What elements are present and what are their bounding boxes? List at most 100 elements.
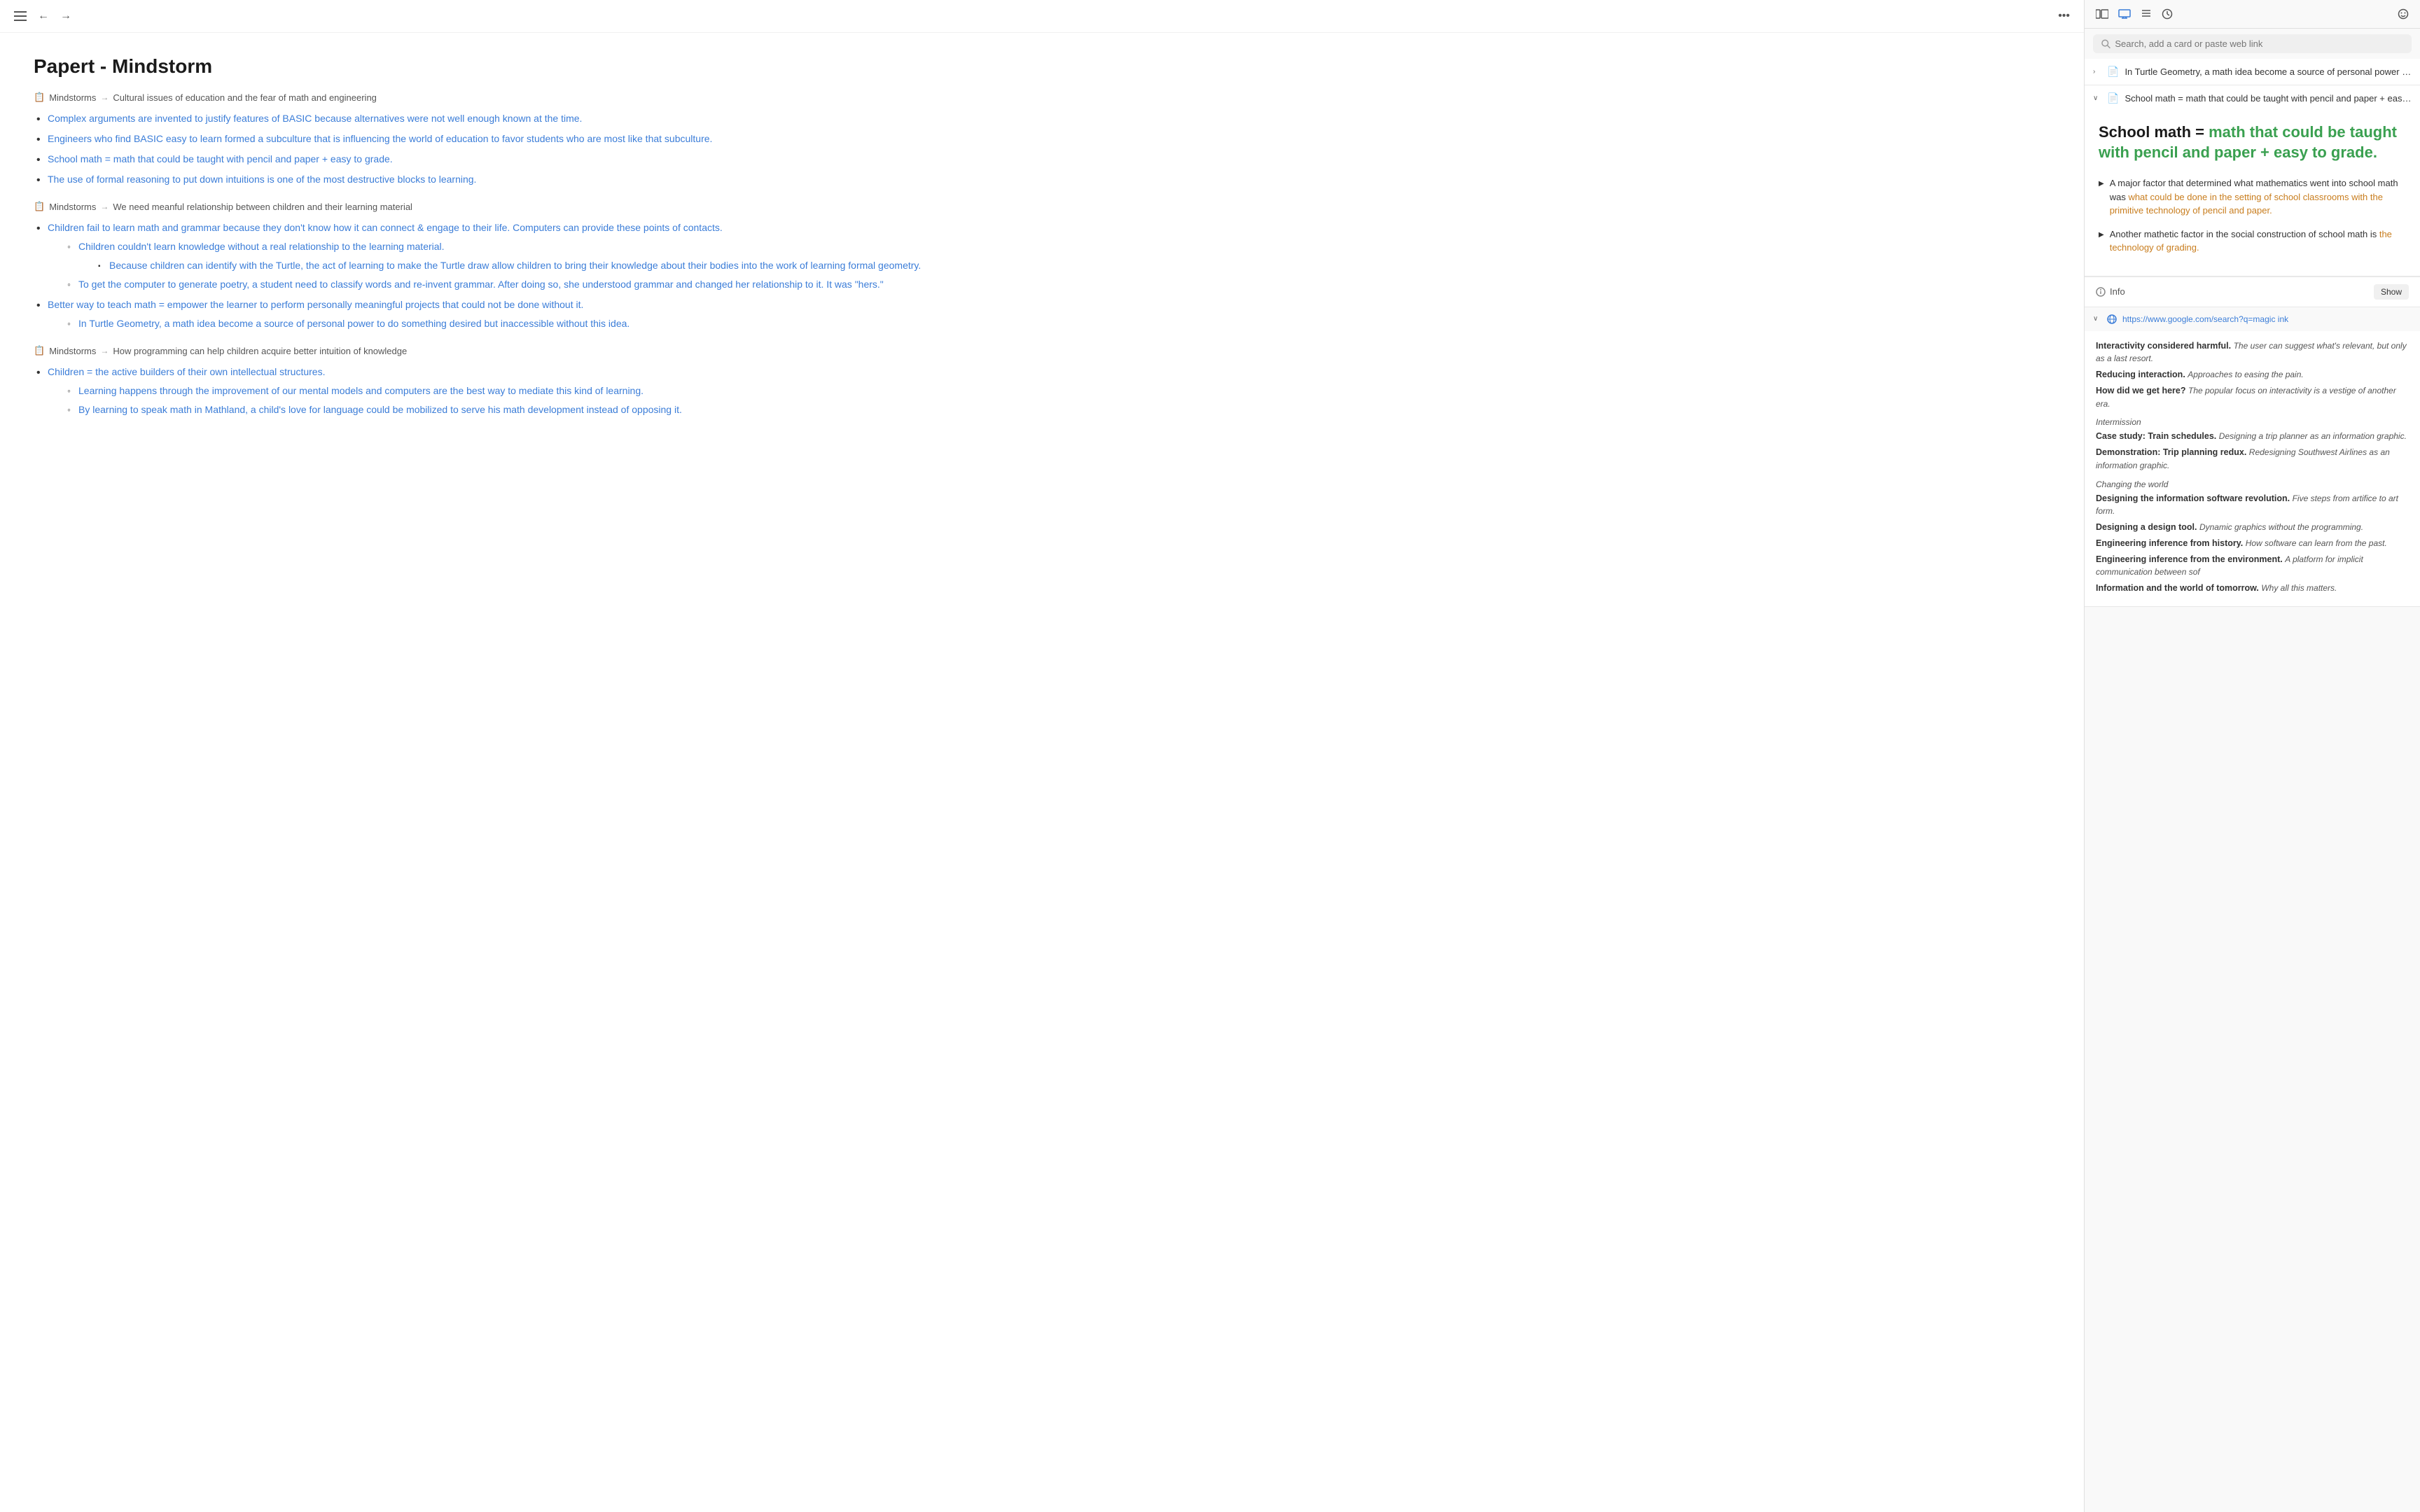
search-bar[interactable]: [2093, 34, 2412, 53]
left-panel: ← → ••• Papert - Mindstorm 📋 Mindstorms …: [0, 0, 2084, 1512]
info-icon: [2096, 287, 2106, 297]
section-2: 📋 Mindstorms → We need meanful relations…: [34, 201, 2050, 331]
breadcrumb-arrow-1: →: [100, 92, 109, 102]
item-link[interactable]: Children fail to learn math and grammar …: [48, 222, 723, 233]
right-top-bar: [2085, 0, 2420, 29]
list-item: By learning to speak math in Mathland, a…: [64, 402, 2050, 417]
sidebar-toggle-button[interactable]: [11, 8, 29, 24]
breadcrumb-source-3: Mindstorms: [49, 346, 96, 356]
item-link[interactable]: To get the computer to generate poetry, …: [78, 279, 884, 290]
web-card-content: Interactivity considered harmful. The us…: [2085, 331, 2420, 606]
card-expanded-title: School math = math that could be taught …: [2099, 122, 2406, 162]
forward-button[interactable]: →: [57, 7, 74, 25]
web-section-header: Intermission: [2096, 417, 2409, 427]
web-line: Designing a design tool. Dynamic graphic…: [2096, 521, 2409, 534]
card-expanded-header[interactable]: ∨ 📄 School math = math that could be tau…: [2085, 85, 2420, 111]
breadcrumb-icon-3: 📋: [34, 345, 45, 356]
list-item: Better way to teach math = empower the l…: [34, 298, 2050, 331]
card-header[interactable]: › 📄 In Turtle Geometry, a math idea beco…: [2085, 59, 2420, 85]
nested-list-3: In Turtle Geometry, a math idea become a…: [48, 316, 2050, 331]
more-icon: •••: [2058, 10, 2070, 22]
chevron-down-icon: ∨: [2093, 315, 2101, 323]
search-icon: [2101, 39, 2110, 49]
search-input[interactable]: [2115, 38, 2403, 49]
breadcrumb-source-1: Mindstorms: [49, 92, 96, 103]
globe-icon: [2107, 314, 2117, 324]
item-link[interactable]: Children = the active builders of their …: [48, 366, 325, 377]
web-line: Interactivity considered harmful. The us…: [2096, 340, 2409, 366]
bullet-text-1: A major factor that determined what math…: [2110, 176, 2406, 218]
web-line: Reducing interaction. Approaches to easi…: [2096, 368, 2409, 382]
list-item: Because children can identify with the T…: [95, 258, 2050, 273]
web-line: Case study: Train schedules. Designing a…: [2096, 430, 2409, 443]
card-title: In Turtle Geometry, a math idea become a…: [2125, 66, 2412, 77]
back-icon: ←: [38, 10, 49, 22]
title-text-normal: School math =: [2099, 123, 2209, 141]
web-section-header: Changing the world: [2096, 479, 2409, 489]
item-link[interactable]: By learning to speak math in Mathland, a…: [78, 404, 682, 415]
breadcrumb-arrow-2: →: [100, 202, 109, 211]
list-item: Engineers who find BASIC easy to learn f…: [34, 132, 2050, 146]
nav-buttons: ← →: [11, 7, 74, 25]
forward-icon: →: [60, 10, 71, 22]
breadcrumb-text-2: We need meanful relationship between chi…: [113, 202, 412, 212]
item-link[interactable]: Learning happens through the improvement…: [78, 385, 644, 396]
bullet-highlight-1: what could be done in the setting of sch…: [2110, 192, 2383, 216]
web-line: Engineering inference from history. How …: [2096, 537, 2409, 550]
breadcrumb-source-2: Mindstorms: [49, 202, 96, 212]
panel-clock-button[interactable]: [2159, 6, 2176, 22]
nested-list-2: Because children can identify with the T…: [78, 258, 2050, 273]
card-expanded: ∨ 📄 School math = math that could be tau…: [2085, 85, 2420, 277]
panel-list-button[interactable]: [2138, 6, 2155, 22]
panel-monitor-button[interactable]: [2115, 6, 2134, 22]
breadcrumb-icon-1: 📋: [34, 92, 45, 103]
list-item: Children = the active builders of their …: [34, 365, 2050, 417]
item-link[interactable]: Engineers who find BASIC easy to learn f…: [48, 133, 712, 144]
web-line: Demonstration: Trip planning redux. Rede…: [2096, 446, 2409, 472]
list-item: School math = math that could be taught …: [34, 152, 2050, 167]
triangle-icon: ▶: [2099, 178, 2104, 189]
chevron-right-icon: ›: [2093, 68, 2101, 76]
more-button[interactable]: •••: [2055, 7, 2073, 25]
doc-icon: 📄: [2107, 66, 2119, 78]
item-link[interactable]: Children couldn't learn knowledge withou…: [78, 241, 445, 252]
breadcrumb-text-1: Cultural issues of education and the fea…: [113, 92, 377, 103]
list-item: Children fail to learn math and grammar …: [34, 220, 2050, 292]
breadcrumb-arrow-3: →: [100, 346, 109, 356]
bullet-2: ▶ Another mathetic factor in the social …: [2099, 227, 2406, 255]
breadcrumb-icon-2: 📋: [34, 201, 45, 212]
web-card-header[interactable]: ∨ https://www.google.com/search?q=magic …: [2085, 307, 2420, 331]
breadcrumb-1: 📋 Mindstorms → Cultural issues of educat…: [34, 92, 2050, 103]
show-button[interactable]: Show: [2374, 284, 2409, 300]
nested-list-1: Children couldn't learn knowledge withou…: [48, 239, 2050, 292]
section-3: 📋 Mindstorms → How programming can help …: [34, 345, 2050, 417]
content-area: Papert - Mindstorm 📋 Mindstorms → Cultur…: [0, 33, 2084, 1512]
item-link[interactable]: Complex arguments are invented to justif…: [48, 113, 582, 124]
chevron-down-icon: ∨: [2093, 94, 2101, 102]
item-link[interactable]: The use of formal reasoning to put down …: [48, 174, 476, 185]
list-item: Children couldn't learn knowledge withou…: [64, 239, 2050, 273]
list-item: Learning happens through the improvement…: [64, 384, 2050, 398]
smiley-button[interactable]: [2395, 6, 2412, 22]
item-link[interactable]: In Turtle Geometry, a math idea become a…: [78, 318, 630, 329]
back-button[interactable]: ←: [35, 7, 52, 25]
list-item: To get the computer to generate poetry, …: [64, 277, 2050, 292]
item-link[interactable]: Better way to teach math = empower the l…: [48, 299, 583, 310]
panel-sidebar-button[interactable]: [2093, 6, 2111, 22]
doc-icon: 📄: [2107, 92, 2119, 104]
breadcrumb-2: 📋 Mindstorms → We need meanful relations…: [34, 201, 2050, 212]
right-icons: [2093, 6, 2176, 22]
info-bar: Info Show: [2085, 277, 2420, 307]
item-link[interactable]: School math = math that could be taught …: [48, 153, 393, 164]
page-title: Papert - Mindstorm: [34, 55, 2050, 78]
item-link[interactable]: Because children can identify with the T…: [109, 260, 921, 271]
triangle-icon: ▶: [2099, 230, 2104, 240]
top-bar: ← → •••: [0, 0, 2084, 33]
section-2-list: Children fail to learn math and grammar …: [34, 220, 2050, 331]
card-collapsed: › 📄 In Turtle Geometry, a math idea beco…: [2085, 59, 2420, 85]
card-title: School math = math that could be taught …: [2125, 93, 2412, 104]
info-label: Info: [2110, 286, 2125, 297]
section-1-list: Complex arguments are invented to justif…: [34, 111, 2050, 187]
right-panel: › 📄 In Turtle Geometry, a math idea beco…: [2084, 0, 2420, 1512]
web-line: Engineering inference from the environme…: [2096, 553, 2409, 580]
